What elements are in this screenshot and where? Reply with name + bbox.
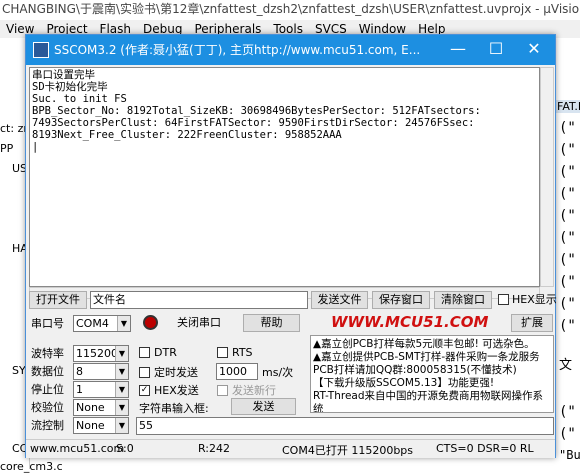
code-fragment: ("	[559, 208, 576, 224]
chevron-down-icon: ▼	[115, 346, 128, 361]
terminal-line: Suc. to init FS	[32, 93, 127, 105]
send-input[interactable]: 55	[136, 417, 554, 435]
ad-line[interactable]: PCB打样请加QQ群:800058315(不懂技术)	[313, 364, 551, 377]
ad-line[interactable]: RT-Thread来自中国的开源免费商用物联网操作系统	[313, 390, 551, 412]
port-status-icon	[143, 315, 158, 330]
status-sent: S:0	[116, 442, 134, 455]
clear-window-button[interactable]: 清除窗口	[434, 291, 492, 309]
code-fragment: ("	[559, 164, 576, 180]
code-fragment: ("	[559, 404, 576, 420]
mcu51-logo[interactable]: WWW.MCU51.COM	[331, 313, 488, 331]
send-file-button[interactable]: 发送文件	[311, 291, 368, 309]
ad-line[interactable]: ▲嘉立创PCB打样每款5元顺丰包邮! 可选杂色。	[313, 338, 551, 351]
status-bar: www.mcu51.com S:0 R:242 COM4已打开 115200bp…	[26, 439, 555, 458]
dtr-checkbox[interactable]	[139, 347, 150, 358]
code-fragment: ("	[559, 274, 576, 290]
databits-select[interactable]: 8 ▼	[73, 363, 129, 380]
baud-label: 波特率	[31, 347, 64, 360]
databits-label: 数据位	[31, 365, 64, 378]
port-value: COM4	[76, 317, 109, 330]
port-select[interactable]: COM4 ▼	[73, 315, 131, 332]
send-newline-checkbox[interactable]	[217, 385, 228, 396]
code-fragment: ("	[559, 186, 576, 202]
ad-panel[interactable]: ▲嘉立创PCB打样每款5元顺丰包邮! 可选杂色。 ▲嘉立创提供PCB-SMT打样…	[310, 335, 554, 413]
ad-line[interactable]: 【下载升级版SSCOM5.13】功能更强!	[313, 377, 551, 390]
save-window-button[interactable]: 保存窗口	[372, 291, 430, 309]
status-signals: CTS=0 DSR=0 RL	[436, 442, 534, 455]
baud-select[interactable]: 115200 ▼	[73, 345, 129, 362]
maximize-icon[interactable]: ☐	[477, 35, 515, 65]
timed-send-checkbox[interactable]	[139, 367, 150, 378]
port-label: 串口号	[31, 317, 64, 330]
status-received: R:242	[198, 442, 231, 455]
ide-editor-edge: FAT.H (" (" (" (" (" (" (" (" (" (" 文 ("…	[555, 38, 580, 469]
project-tree-item: PP	[0, 142, 14, 155]
app-icon	[33, 42, 49, 58]
flow-select[interactable]: None ▼	[73, 417, 129, 434]
close-icon[interactable]: ✕	[515, 35, 553, 65]
help-button[interactable]: 帮助	[243, 314, 300, 332]
stopbits-select[interactable]: 1 ▼	[73, 381, 129, 398]
window-title-bar[interactable]: SSCOM3.2 (作者:聂小猛(丁丁), 主页http://www.mcu51…	[26, 35, 555, 65]
terminal-line: SD卡初始化完毕	[32, 81, 108, 93]
project-tree-item[interactable]: core_cm3.c	[0, 460, 63, 473]
dtr-label: DTR	[154, 346, 177, 359]
filename-input[interactable]: 文件名	[90, 291, 308, 309]
parity-select[interactable]: None ▼	[73, 399, 129, 416]
baud-value: 115200	[76, 347, 118, 360]
interval-input[interactable]: 1000	[216, 363, 258, 380]
interval-unit: ms/次	[262, 366, 294, 379]
hex-send-label: HEX发送	[154, 384, 199, 397]
chevron-down-icon: ▼	[117, 316, 130, 331]
flow-label: 流控制	[31, 419, 64, 432]
terminal-line: 串口设置完毕	[32, 69, 95, 81]
ad-line[interactable]: ▲嘉立创提供PCB-SMT打样-器件采购一条龙服务	[313, 351, 551, 364]
code-fragment: ("	[559, 252, 576, 268]
code-fragment: ("	[559, 142, 576, 158]
terminal-vertical-scrollbar[interactable]	[540, 67, 554, 287]
chevron-down-icon: ▼	[115, 382, 128, 397]
close-port-button[interactable]: 关闭串口	[164, 314, 234, 332]
code-fragment: ("	[559, 120, 576, 136]
chevron-down-icon: ▼	[115, 418, 128, 433]
code-fragment: 文	[559, 358, 573, 373]
databits-value: 8	[76, 365, 83, 378]
status-port: COM4已打开 115200bps	[282, 444, 414, 457]
sscom-window: SSCOM3.2 (作者:聂小猛(丁丁), 主页http://www.mcu51…	[25, 34, 557, 458]
rts-checkbox[interactable]	[217, 347, 228, 358]
flow-value: None	[76, 419, 105, 432]
code-fragment: ("	[559, 230, 576, 246]
text-cursor: |	[32, 141, 39, 153]
hex-display-label: HEX显示	[512, 293, 557, 306]
ide-title-bar: CHANGBING\于震南\实验书\第12章\znfattest_dzsh2\z…	[0, 0, 580, 20]
hex-display-checkbox[interactable]	[498, 294, 509, 305]
send-newline-label: 发送新行	[232, 384, 276, 397]
parity-label: 校验位	[31, 401, 64, 414]
chevron-down-icon: ▼	[115, 364, 128, 379]
hex-send-checkbox[interactable]: ✓	[139, 385, 150, 396]
terminal-line: 7493SectorsPerClust: 64FirstFATSector: 9…	[32, 117, 475, 129]
receive-terminal[interactable]: 串口设置完毕 SD卡初始化完毕 Suc. to init FS BPB_Sector_…	[29, 67, 540, 287]
minimize-icon[interactable]: —	[439, 35, 477, 65]
input-label: 字符串输入框:	[139, 402, 209, 415]
editor-tab[interactable]: FAT.H	[555, 100, 580, 113]
project-tree-item[interactable]: SY	[12, 364, 26, 377]
terminal-line: 8193Next_Free_Cluster: 222FreenCluster: …	[32, 129, 342, 141]
stopbits-label: 停止位	[31, 383, 64, 396]
window-title: SSCOM3.2 (作者:聂小猛(丁丁), 主页http://www.mcu51…	[54, 43, 421, 57]
send-button[interactable]: 发送	[231, 398, 296, 415]
expand-button[interactable]: 扩展	[511, 314, 553, 332]
status-site[interactable]: www.mcu51.com	[30, 442, 124, 455]
code-fragment: ("	[559, 318, 576, 334]
timed-send-label: 定时发送	[154, 366, 198, 379]
code-fragment: ("	[559, 426, 576, 442]
stopbits-value: 1	[76, 383, 83, 396]
parity-value: None	[76, 401, 105, 414]
chevron-down-icon: ▼	[115, 400, 128, 415]
open-file-button[interactable]: 打开文件	[29, 291, 87, 309]
code-fragment: ("	[559, 296, 576, 312]
code-fragment: "Bu	[559, 448, 580, 462]
terminal-line: BPB_Sector_No: 8192Total_SizeKB: 3069849…	[32, 105, 481, 117]
rts-label: RTS	[232, 346, 253, 359]
